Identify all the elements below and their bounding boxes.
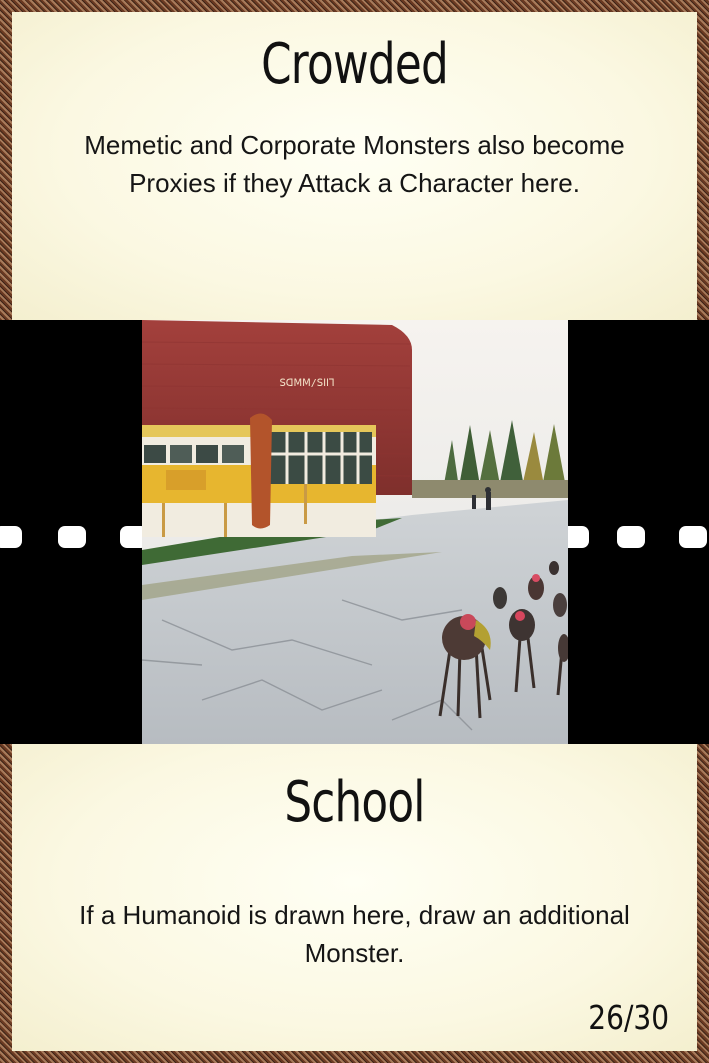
school-illustration: ꓢꓷꓟꓟ/ꓢꓲꓲꓶ: [142, 320, 568, 744]
event-rule-text: Memetic and Corporate Monsters also beco…: [84, 130, 625, 198]
location-title: School: [284, 770, 425, 835]
building-sign: ꓢꓷꓟꓟ/ꓢꓲꓲꓶ: [279, 378, 334, 389]
location-rule-text: If a Humanoid is drawn here, draw an add…: [79, 900, 630, 968]
sprocket-hole: [58, 526, 86, 548]
sprocket-hole: [679, 526, 707, 548]
location-panel: School If a Humanoid is drawn here, draw…: [12, 744, 697, 1051]
event-panel: Crowded Memetic and Corporate Monsters a…: [12, 12, 697, 320]
event-title: Crowded: [261, 32, 449, 97]
sprocket-hole: [617, 526, 645, 548]
sprocket-hole: [0, 526, 22, 548]
location-card: Crowded Memetic and Corporate Monsters a…: [0, 0, 709, 1063]
school-scene-image: ꓢꓷꓟꓟ/ꓢꓲꓲꓶ: [142, 320, 568, 744]
card-counter: 26/30: [588, 998, 669, 1037]
school-annex: [142, 413, 376, 537]
